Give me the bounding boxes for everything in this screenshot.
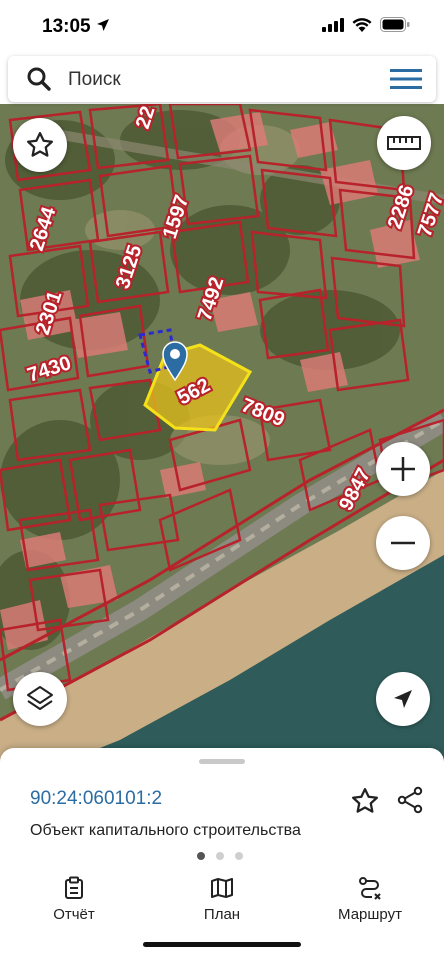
status-icons: [322, 17, 410, 32]
ruler-button[interactable]: [377, 116, 431, 170]
status-time: 13:05: [42, 16, 91, 37]
location-arrow-icon: [97, 19, 109, 31]
tab-report[interactable]: Отчёт: [14, 876, 134, 923]
search-icon[interactable]: [26, 66, 52, 92]
favorite-star-icon[interactable]: [350, 786, 380, 816]
map-icon: [211, 878, 233, 898]
minus-icon: [391, 541, 415, 545]
battery-icon: [380, 17, 410, 32]
ruler-icon: [387, 136, 421, 150]
tab-route-label: Маршрут: [338, 906, 402, 923]
my-location-button[interactable]: [376, 672, 430, 726]
page-dot: [235, 852, 243, 860]
share-icon[interactable]: [396, 786, 424, 814]
signal-icon: [322, 17, 344, 32]
route-icon: [359, 877, 381, 900]
zoom-out-button[interactable]: [376, 516, 430, 570]
page-dot: [216, 852, 224, 860]
tab-report-label: Отчёт: [53, 906, 95, 923]
plus-icon: [391, 457, 415, 481]
cadastral-number[interactable]: 90:24:060101:2: [30, 788, 162, 810]
star-icon: [27, 132, 53, 157]
home-indicator[interactable]: [143, 942, 301, 947]
favorites-button[interactable]: [13, 118, 67, 172]
clipboard-icon: [65, 876, 83, 899]
satellite-map[interactable]: 2644 3125 1597 2301 7492 7430 2286 7577 …: [0, 104, 444, 764]
menu-icon[interactable]: [390, 68, 422, 90]
zoom-in-button[interactable]: [376, 442, 430, 496]
tab-route[interactable]: Маршрут: [310, 876, 430, 923]
tab-plan[interactable]: План: [162, 876, 282, 923]
page-dot: [197, 852, 205, 860]
status-bar: 13:05: [0, 0, 444, 52]
map-view[interactable]: 2644 3125 1597 2301 7492 7430 2286 7577 …: [0, 104, 444, 764]
navigation-arrow-icon: [394, 690, 412, 708]
sheet-handle[interactable]: [199, 759, 245, 764]
object-type: Объект капитального строительства: [30, 822, 301, 839]
search-input[interactable]: [66, 64, 370, 96]
layers-button[interactable]: [13, 672, 67, 726]
search-bar: [8, 56, 436, 102]
layers-icon: [27, 686, 53, 710]
object-info-sheet[interactable]: 90:24:060101:2 Объект капитального строи…: [0, 748, 444, 960]
page-indicator: [197, 852, 243, 860]
wifi-icon: [352, 18, 372, 32]
tab-plan-label: План: [203, 906, 241, 923]
